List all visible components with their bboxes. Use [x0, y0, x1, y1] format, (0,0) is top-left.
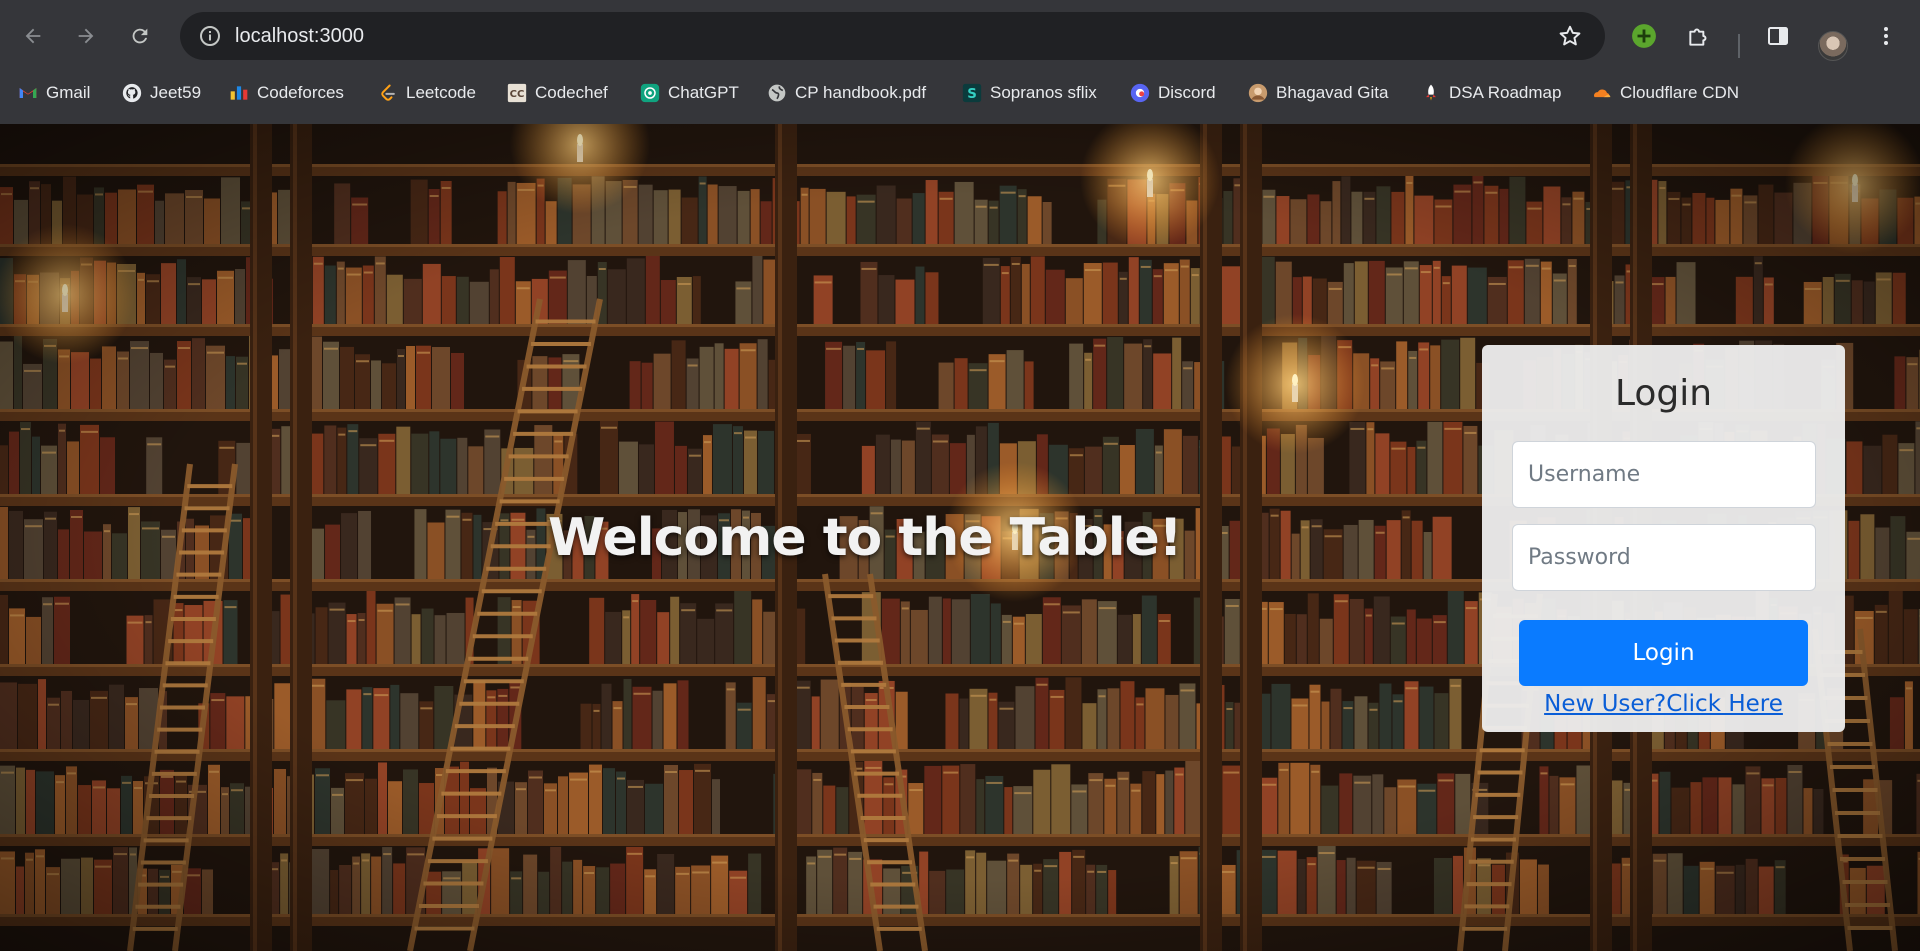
- codeforces-icon: [230, 86, 248, 100]
- bookmark-label: Jeet59: [150, 83, 202, 102]
- address-bar[interactable]: localhost:3000: [180, 12, 1605, 60]
- bookmark-gmail[interactable]: Gmail: [18, 80, 90, 106]
- leetcode-icon: [381, 84, 395, 101]
- bookmark-cp-handbook[interactable]: CP handbook.pdf: [767, 80, 926, 106]
- menu-kebab-icon[interactable]: [1870, 20, 1902, 52]
- bookmark-label: DSA Roadmap: [1449, 83, 1562, 102]
- bookmark-discord[interactable]: Discord: [1130, 80, 1216, 106]
- bookmark-cloudflare-cdn[interactable]: Cloudflare CDN: [1592, 80, 1739, 106]
- back-button[interactable]: [13, 16, 53, 56]
- dsa-roadmap-icon: [1426, 84, 1436, 101]
- new-user-signup-link[interactable]: New User?Click Here: [1482, 691, 1845, 717]
- bookmark-chatgpt[interactable]: ChatGPT: [640, 80, 739, 106]
- forward-button[interactable]: [66, 16, 106, 56]
- bookmark-codechef[interactable]: CC Codechef: [507, 80, 608, 106]
- gmail-icon: [19, 88, 37, 98]
- cloudflare-icon: [1594, 89, 1611, 98]
- svg-text:S: S: [967, 87, 977, 102]
- arrow-left-icon: [25, 28, 41, 44]
- bookmark-label: Sopranos sflix: [990, 83, 1097, 102]
- bookmark-bhagavad-gita[interactable]: Bhagavad Gita: [1248, 80, 1388, 106]
- extension-green-plus-icon[interactable]: [1628, 20, 1660, 52]
- welcome-heading: Welcome to the Table!: [548, 508, 1183, 568]
- globe-icon: [768, 84, 786, 102]
- bookmark-star-icon[interactable]: [1557, 23, 1583, 49]
- codechef-icon: CC: [507, 83, 527, 103]
- bookmark-label: Codechef: [535, 83, 608, 102]
- bookmark-label: Cloudflare CDN: [1620, 83, 1740, 102]
- bhagavad-gita-icon: [1248, 83, 1268, 103]
- username-input[interactable]: [1512, 441, 1816, 508]
- bookmark-label: CP handbook.pdf: [795, 83, 927, 102]
- reload-icon: [132, 28, 148, 44]
- bookmark-dsa-roadmap[interactable]: DSA Roadmap: [1421, 80, 1561, 106]
- side-panel-icon[interactable]: [1762, 20, 1794, 52]
- page-viewport: Welcome to the Table! Login Login New Us…: [0, 124, 1920, 951]
- toolbar-divider: [1738, 34, 1740, 58]
- bookmark-codeforces[interactable]: Codeforces: [229, 80, 344, 106]
- bookmarks-bar: Gmail Jeet59 Codeforces Leetcode CC Code…: [0, 74, 1920, 110]
- arrow-right-icon: [78, 28, 94, 44]
- profile-avatar[interactable]: [1818, 31, 1848, 61]
- password-input[interactable]: [1512, 524, 1816, 591]
- bookmark-label: Codeforces: [257, 83, 344, 102]
- bookmark-label: Discord: [1158, 83, 1216, 102]
- bookmark-jeet59[interactable]: Jeet59: [122, 80, 201, 106]
- url-text[interactable]: localhost:3000: [235, 25, 364, 48]
- browser-toolbar: localhost:3000: [0, 10, 1920, 62]
- login-title: Login: [1614, 373, 1713, 414]
- bookmark-label: Gmail: [46, 83, 91, 102]
- login-button[interactable]: Login: [1519, 620, 1808, 686]
- site-info-icon[interactable]: [198, 24, 222, 48]
- browser-chrome: localhost:3000 Gmail Jeet59 Codeforces L…: [0, 0, 1920, 124]
- reload-button[interactable]: [120, 16, 160, 56]
- bookmark-label: Bhagavad Gita: [1276, 83, 1389, 102]
- discord-icon: [1130, 83, 1150, 103]
- svg-text:CC: CC: [510, 89, 525, 100]
- extensions-puzzle-icon[interactable]: [1683, 20, 1715, 52]
- bookmark-label: Leetcode: [406, 83, 476, 102]
- login-card: Login Login New User?Click Here: [1482, 345, 1845, 732]
- github-icon: [122, 83, 142, 103]
- chatgpt-icon: [640, 83, 660, 103]
- bookmark-leetcode[interactable]: Leetcode: [378, 80, 476, 106]
- bookmark-label: ChatGPT: [668, 83, 739, 102]
- bookmark-sopranos-sflix[interactable]: S Sopranos sflix: [962, 80, 1097, 106]
- sflix-icon: S: [962, 83, 982, 103]
